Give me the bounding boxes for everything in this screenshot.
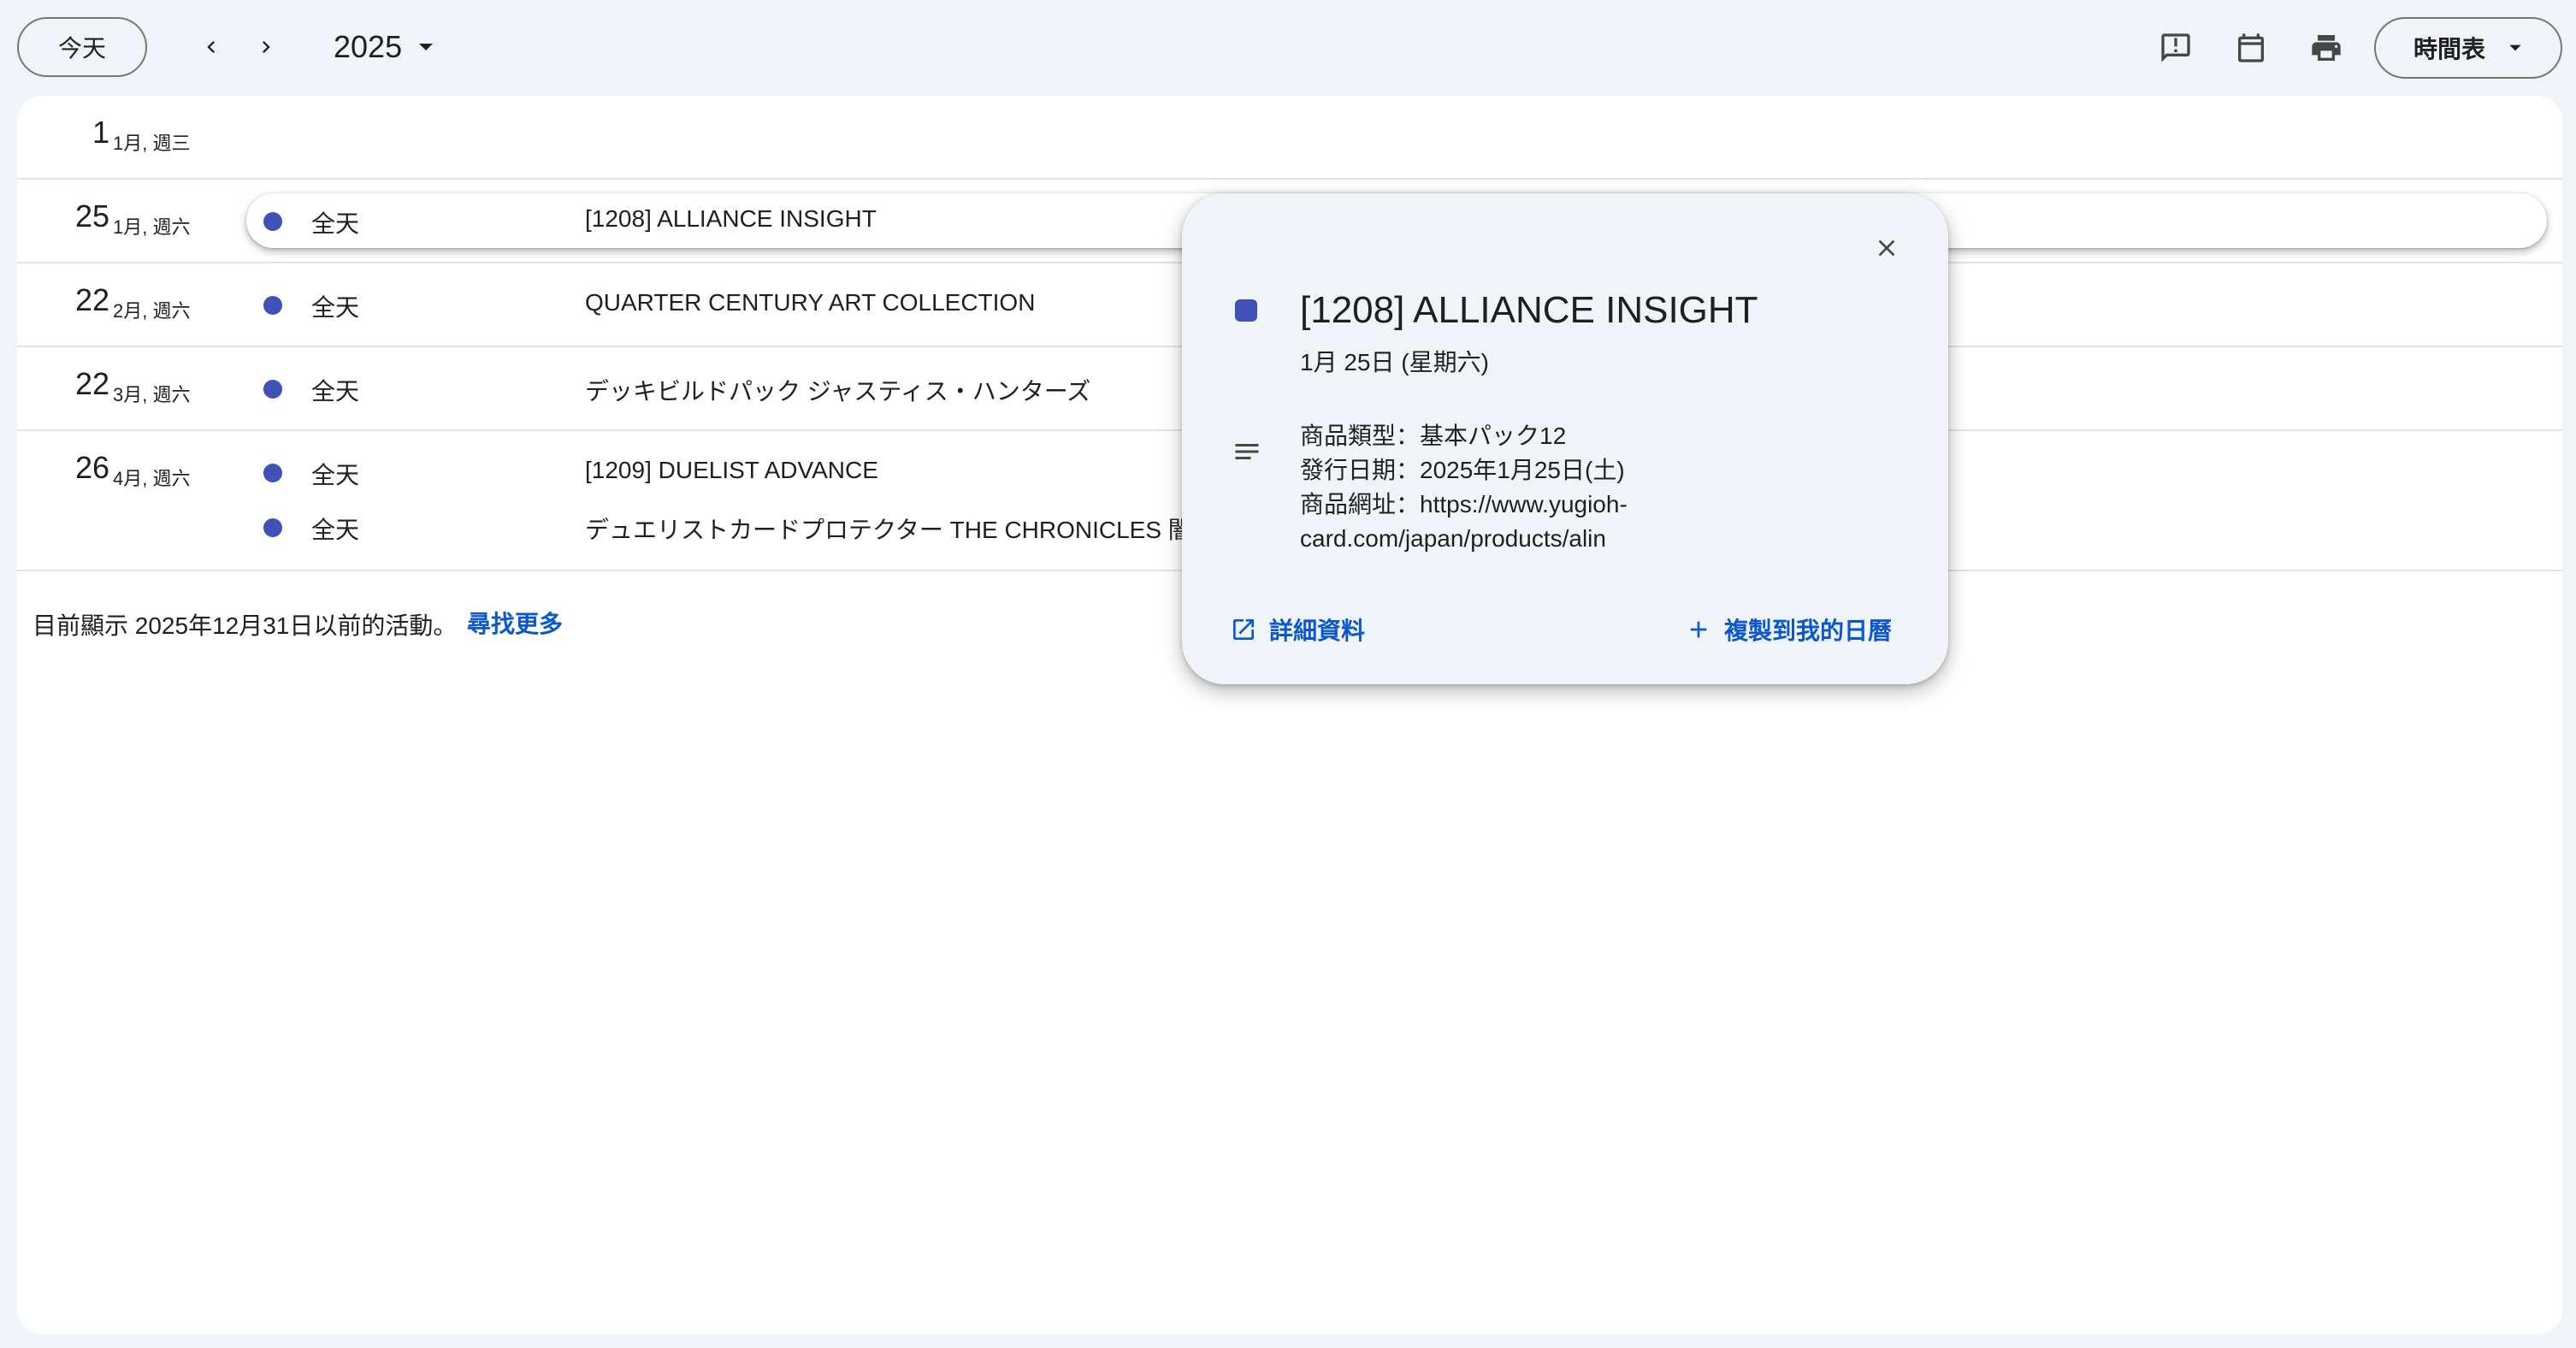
day-number[interactable]: 25 bbox=[17, 198, 109, 234]
event-time: 全天 bbox=[311, 462, 360, 488]
feedback-icon bbox=[2161, 33, 2190, 62]
day-number[interactable]: 26 bbox=[17, 450, 109, 486]
year-selector[interactable]: 2025 bbox=[334, 24, 434, 70]
calendar-button[interactable] bbox=[2230, 27, 2272, 68]
notes-icon bbox=[1235, 444, 1259, 459]
event-color-dot bbox=[263, 380, 282, 399]
event-color-dot bbox=[263, 464, 282, 482]
range-note: 目前顯示 2025年12月31日以前的活動。 bbox=[32, 612, 458, 639]
day-number[interactable]: 1 bbox=[17, 115, 109, 151]
feedback-button[interactable] bbox=[2155, 27, 2196, 68]
copy-label: 複製到我的日曆 bbox=[1724, 618, 1893, 644]
print-button[interactable] bbox=[2306, 27, 2347, 68]
popup-title: [1208] ALLIANCE INSIGHT bbox=[1300, 289, 1758, 331]
day-number[interactable]: 22 bbox=[17, 366, 109, 402]
description-line: 發行日期：2025年1月25日(土) bbox=[1300, 457, 1625, 483]
event-detail-popup: [1208] ALLIANCE INSIGHT 1月 25日 (星期六) 商品類… bbox=[1182, 193, 1948, 684]
event-color-dot bbox=[263, 296, 282, 315]
event-time: 全天 bbox=[311, 210, 360, 237]
plus-icon bbox=[1690, 621, 1707, 638]
previous-button[interactable] bbox=[190, 26, 233, 68]
next-button[interactable] bbox=[245, 26, 287, 68]
event-title: デッキビルドパック ジャスティス・ハンターズ bbox=[585, 378, 1091, 405]
event-color-dot bbox=[263, 212, 282, 231]
caret-down-icon bbox=[2509, 44, 2521, 51]
event-title: [1209] DUELIST ADVANCE bbox=[585, 457, 878, 483]
view-selector-button[interactable]: 時間表 bbox=[2374, 17, 2562, 79]
day-row: 1 1月, 週三 bbox=[17, 96, 2562, 180]
event-time: 全天 bbox=[311, 294, 360, 321]
view-label: 時間表 bbox=[2413, 36, 2485, 62]
event-title: デュエリストカードプロテクター THE CHRONICLES 闇 bbox=[585, 517, 1192, 543]
details-label: 詳細資料 bbox=[1269, 618, 1366, 644]
day-subtitle[interactable]: 4月, 週六 bbox=[113, 464, 190, 491]
day-subtitle[interactable]: 2月, 週六 bbox=[113, 296, 190, 323]
day-subtitle[interactable]: 1月, 週六 bbox=[113, 212, 190, 239]
print-icon bbox=[2312, 35, 2341, 61]
event-time: 全天 bbox=[311, 378, 360, 405]
year-label: 2025 bbox=[334, 29, 403, 64]
day-subtitle[interactable]: 1月, 週三 bbox=[113, 128, 190, 156]
chevron-left-icon bbox=[207, 41, 215, 53]
chevron-right-icon bbox=[263, 41, 270, 53]
copy-to-calendar-link[interactable]: 複製到我的日曆 bbox=[1685, 612, 1892, 647]
find-more-link[interactable]: 尋找更多 bbox=[467, 606, 563, 640]
popup-date: 1月 25日 (星期六) bbox=[1300, 349, 1489, 375]
event-color-dot bbox=[263, 518, 282, 537]
popup-description: 商品類型：基本パック12 發行日期：2025年1月25日(土) 商品網址：htt… bbox=[1300, 419, 1628, 556]
event-title: [1208] ALLIANCE INSIGHT bbox=[585, 205, 877, 232]
day-subtitle[interactable]: 3月, 週六 bbox=[113, 380, 190, 407]
description-line[interactable]: card.com/japan/products/alin bbox=[1300, 522, 1628, 556]
event-color-swatch bbox=[1235, 299, 1257, 322]
close-button[interactable] bbox=[1864, 226, 1909, 270]
caret-down-icon bbox=[419, 44, 434, 50]
details-link[interactable]: 詳細資料 bbox=[1230, 612, 1365, 647]
toolbar: 今天 2025 時間表 bbox=[0, 0, 2576, 96]
day-number[interactable]: 22 bbox=[17, 282, 109, 318]
today-button[interactable]: 今天 bbox=[17, 17, 147, 77]
calendar-icon bbox=[2238, 33, 2264, 62]
event-title: QUARTER CENTURY ART COLLECTION bbox=[585, 289, 1036, 316]
description-line[interactable]: 商品網址：https://www.yugioh- bbox=[1300, 488, 1628, 522]
open-in-new-icon bbox=[1233, 619, 1254, 640]
close-icon bbox=[1878, 239, 1895, 257]
event-time: 全天 bbox=[311, 517, 360, 543]
description-line: 商品類型：基本パック12 bbox=[1300, 423, 1567, 449]
